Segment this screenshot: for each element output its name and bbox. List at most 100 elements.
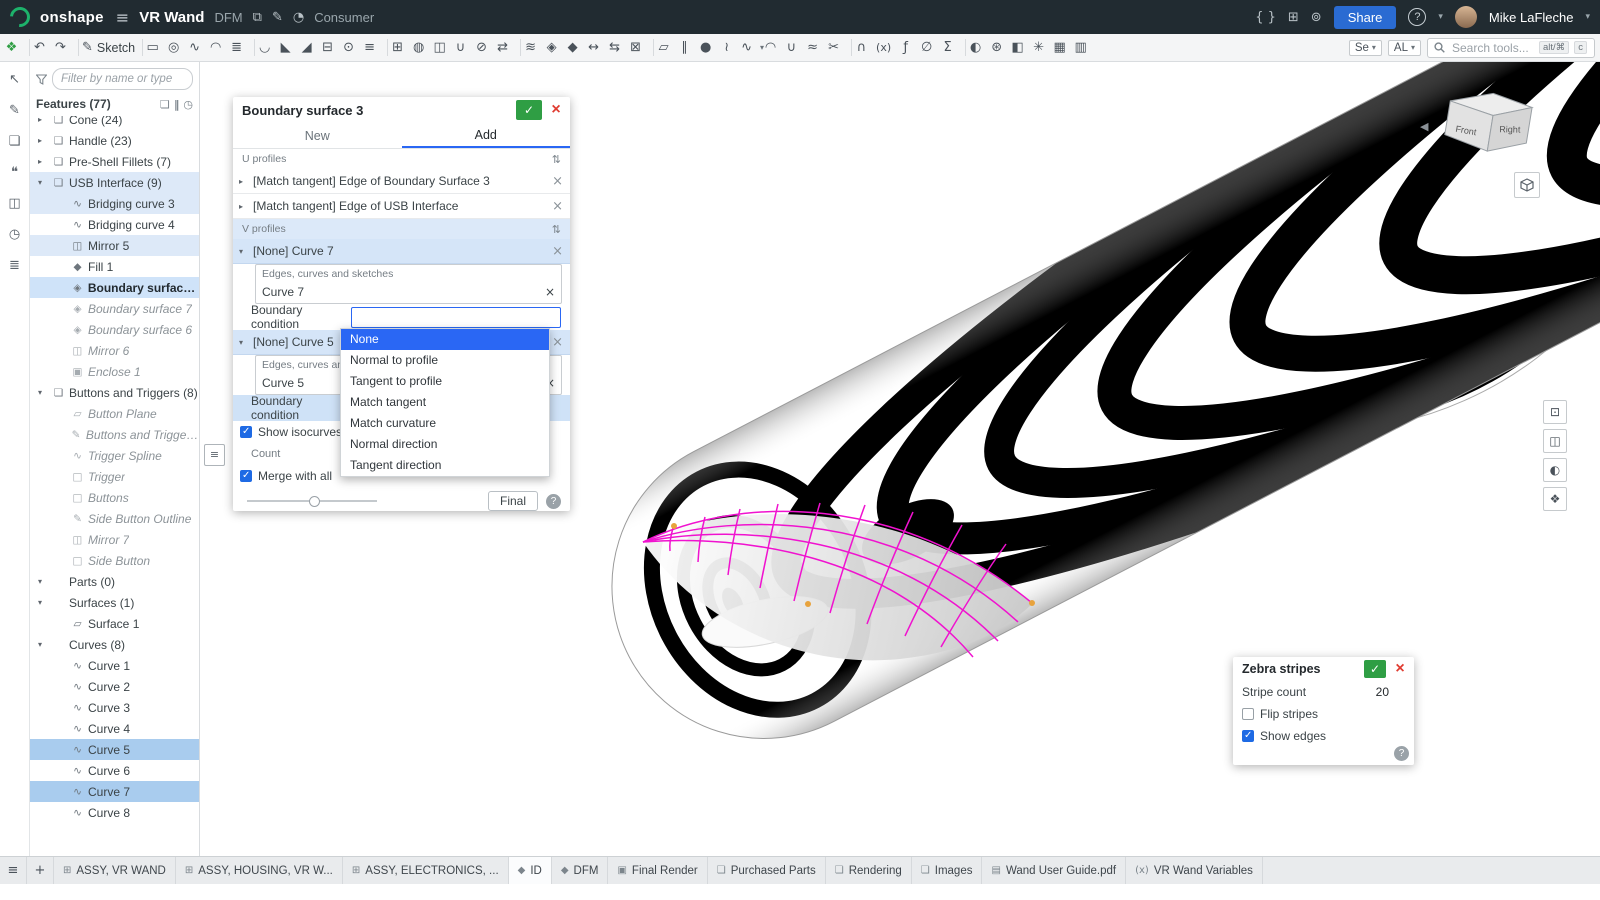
feature-item[interactable]: ✎ Side Button Outline [30, 508, 199, 529]
tag-icon[interactable]: ❏ [9, 134, 21, 149]
document-tab[interactable]: ⊞ ASSY, ELECTRONICS, ... [343, 857, 509, 884]
help-caret-icon[interactable]: ▾ [1438, 12, 1443, 22]
feature-item[interactable]: ∿ Curve 5 [30, 739, 199, 760]
boolean-icon[interactable]: ∪ [454, 36, 475, 60]
feature-item[interactable]: ▸ ❏ Handle (23) [30, 130, 199, 151]
boundary-condition-combo[interactable] [351, 307, 561, 328]
feature-item[interactable]: □ Buttons [30, 487, 199, 508]
feature-item[interactable]: ✎ Buttons and Trigger L... [30, 424, 199, 445]
flip-stripes-checkbox[interactable] [1242, 708, 1254, 720]
feature-item[interactable]: ∿ Curve 4 [30, 718, 199, 739]
feature-item[interactable]: ◫ Mirror 5 [30, 235, 199, 256]
fill-surface-icon[interactable]: ◆ [566, 36, 587, 60]
dropdown-option[interactable]: Match tangent [341, 392, 549, 413]
move-face-icon[interactable]: ↔ [587, 36, 608, 60]
measure-tools-icon[interactable]: ❖ [1543, 487, 1567, 511]
display-mode-icon[interactable]: ⊡ [1543, 400, 1567, 424]
confirm-button[interactable]: ✓ [1364, 660, 1386, 678]
bridging-curve-icon[interactable]: ∪ [785, 36, 806, 60]
remove-icon[interactable]: × [552, 335, 563, 350]
frame-icon[interactable]: ▥ [1074, 36, 1095, 60]
custom-feature-icon[interactable]: ❖ [5, 36, 26, 60]
document-tab[interactable]: ◆ DFM [552, 857, 609, 884]
toolbar-separator[interactable] [254, 39, 255, 56]
add-tab-icon[interactable]: + [27, 857, 54, 884]
feature-item[interactable]: ∿ Curve 1 [30, 655, 199, 676]
search-tools-box[interactable]: alt/⌘ c [1427, 38, 1595, 58]
chevron-right-icon[interactable]: ▸ [239, 202, 249, 211]
feature-item[interactable]: ▾ ❏ Buttons and Triggers (8) [30, 382, 199, 403]
show-isocurves-checkbox[interactable] [240, 426, 252, 438]
show-edges-checkbox[interactable] [1242, 730, 1254, 742]
feature-item[interactable]: □ Side Button [30, 550, 199, 571]
feature-item[interactable]: ▾ Surfaces (1) [30, 592, 199, 613]
zebra-analysis-icon[interactable]: ◐ [1543, 458, 1567, 482]
dropdown-option[interactable]: None [341, 329, 549, 350]
document-tab[interactable]: (x) VR Wand Variables [1126, 857, 1263, 884]
sweep-icon[interactable]: ∿ [188, 36, 209, 60]
measure-icon[interactable]: ∅ [920, 36, 941, 60]
offset-surface-icon[interactable]: ≋ [524, 36, 545, 60]
featurescript-icon[interactable]: { } [1255, 10, 1276, 25]
document-tab[interactable]: ❏ Rendering [826, 857, 912, 884]
feature-item[interactable]: ∿ Bridging curve 3 [30, 193, 199, 214]
units-select[interactable]: AL ▾ [1388, 40, 1421, 56]
document-tab[interactable]: ❏ Images [912, 857, 983, 884]
section-view-icon[interactable]: ◫ [1543, 429, 1567, 453]
loft-icon[interactable]: ◠ [209, 36, 230, 60]
tab-add[interactable]: Add [402, 123, 571, 148]
toolbar-separator[interactable] [520, 39, 521, 56]
zebra-help-icon[interactable]: ? [1394, 746, 1409, 761]
cancel-button[interactable]: × [546, 100, 566, 120]
isometric-view-button[interactable] [1514, 172, 1540, 198]
variable-icon[interactable]: (x) [876, 36, 899, 60]
fillet-icon[interactable]: ◡ [258, 36, 279, 60]
appearance-panel-icon[interactable]: ◫ [8, 196, 20, 211]
onshape-logo-text[interactable]: onshape [40, 9, 104, 26]
tree-caret-icon[interactable]: ▾ [38, 178, 48, 187]
plane-icon[interactable]: ▱ [657, 36, 678, 60]
dialog-help-icon[interactable]: ? [546, 494, 561, 509]
chevron-down-icon[interactable]: ▾ [239, 247, 249, 256]
reorder-icon[interactable]: ⇅ [552, 223, 561, 236]
feature-item[interactable]: ◈ Boundary surface 6 [30, 319, 199, 340]
feature-item[interactable]: ◫ Mirror 7 [30, 529, 199, 550]
help-icon[interactable]: ? [1408, 8, 1426, 26]
document-tab[interactable]: ◆ ID [509, 857, 552, 884]
suppress-icon[interactable]: ‖ [174, 98, 180, 111]
feature-item[interactable]: ∿ Curve 3 [30, 697, 199, 718]
opacity-slider[interactable] [247, 500, 377, 502]
feature-item[interactable]: ▣ Enclose 1 [30, 361, 199, 382]
feature-list-icon[interactable]: ≣ [9, 258, 20, 273]
slider-knob[interactable] [309, 496, 320, 507]
tree-caret-icon[interactable]: ▸ [38, 136, 48, 145]
feature-item[interactable]: ◈ Boundary surface 3 [30, 277, 199, 298]
feature-item[interactable]: ▾ ❏ USB Interface (9) [30, 172, 199, 193]
feature-item[interactable]: ∿ Curve 6 [30, 760, 199, 781]
feature-item[interactable]: ∿ Curve 7 [30, 781, 199, 802]
equation-icon[interactable]: ƒ [899, 36, 920, 60]
remove-icon[interactable]: × [545, 285, 555, 299]
sketch-icon[interactable]: ✎ Sketch [82, 36, 139, 60]
feature-item[interactable]: ▸ ❏ Pre-Shell Fillets (7) [30, 151, 199, 172]
confirm-button[interactable]: ✓ [516, 100, 542, 120]
remove-icon[interactable]: × [552, 199, 563, 214]
tree-caret-icon[interactable]: ▸ [38, 116, 48, 124]
document-title[interactable]: VR Wand [139, 9, 204, 26]
toolbar-separator[interactable] [851, 39, 852, 56]
feature-filter-input[interactable] [52, 68, 193, 90]
user-name[interactable]: Mike LaFleche [1489, 10, 1574, 25]
projected-curve-icon[interactable]: ◠ [764, 36, 785, 60]
feature-item[interactable]: ∿ Trigger Spline [30, 445, 199, 466]
toolbar-separator[interactable] [653, 39, 654, 56]
linear-pattern-icon[interactable]: ⊞ [391, 36, 412, 60]
toolbar-separator[interactable] [965, 39, 966, 56]
chevron-right-icon[interactable]: ▸ [239, 177, 249, 186]
extrude-icon[interactable]: ▭ [146, 36, 167, 60]
feature-item[interactable]: ∿ Curve 8 [30, 802, 199, 823]
split-icon[interactable]: ⊘ [475, 36, 496, 60]
u-profile-row[interactable]: ▸ [Match tangent] Edge of Boundary Surfa… [233, 169, 570, 194]
insert-folder-icon[interactable]: ❏ [160, 98, 170, 111]
user-avatar[interactable] [1455, 6, 1477, 28]
learning-center-icon[interactable]: ⊚ [1311, 10, 1322, 25]
